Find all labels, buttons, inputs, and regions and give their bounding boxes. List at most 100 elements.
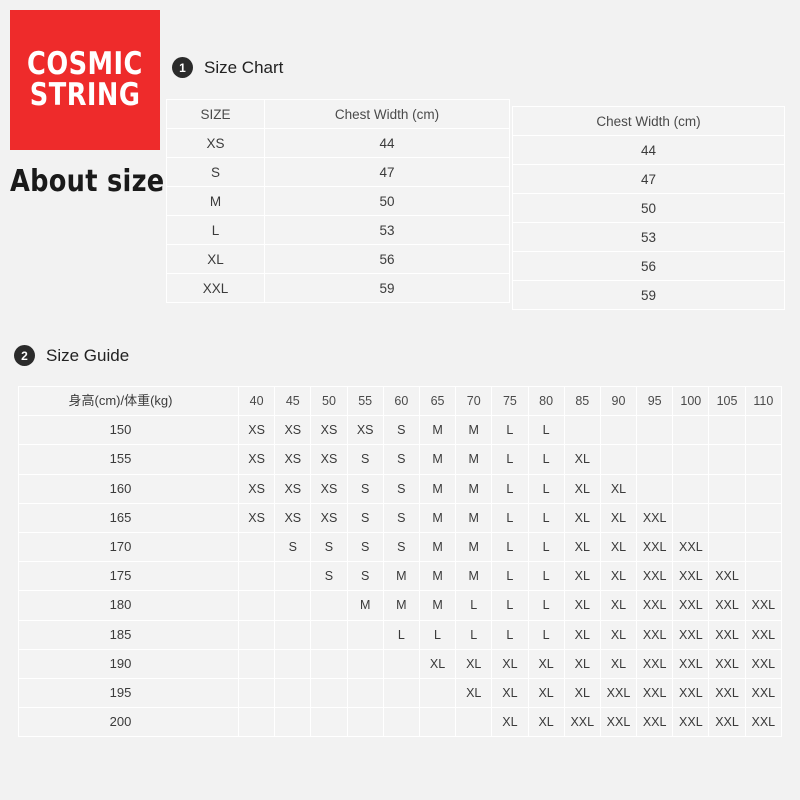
cell-recommended-size: L — [527, 619, 565, 650]
table-row: XL 56 — [166, 244, 510, 274]
cell-recommended-size: XXL — [744, 648, 783, 680]
cell-recommended-size: M — [418, 590, 457, 621]
cell-recommended-size: XXL — [636, 502, 674, 534]
table-row: M 50 — [166, 186, 510, 216]
cell-recommended-size: M — [455, 532, 493, 563]
cell-recommended-size: XS — [237, 473, 276, 504]
table-row: 44 — [512, 135, 785, 165]
cell-recommended-size: XS — [274, 444, 312, 475]
cell-recommended-size: L — [382, 619, 420, 650]
cell-recommended-size — [599, 444, 638, 475]
cell-recommended-size: XXL — [672, 678, 710, 709]
cell-recommended-size: XL — [599, 648, 638, 680]
table-row: 155 XS XS XS S S M M L L XL — [18, 444, 783, 475]
cell-recommended-size: XL — [563, 532, 601, 563]
cell-recommended-size — [455, 707, 493, 738]
cell-recommended-size: L — [455, 590, 493, 621]
cell-recommended-size: XS — [274, 415, 312, 446]
cell-chest-width: 53 — [264, 215, 510, 245]
cell-recommended-size: XS — [237, 502, 276, 534]
cell-recommended-size — [346, 648, 384, 680]
column-header-weight: 70 — [455, 385, 493, 417]
cell-recommended-size — [636, 415, 674, 446]
table-row: 59 — [512, 280, 785, 310]
cell-recommended-size: L — [491, 590, 529, 621]
cell-recommended-size: XL — [491, 648, 529, 680]
cell-recommended-size: XL — [599, 590, 638, 621]
cell-recommended-size — [672, 415, 710, 446]
cell-recommended-size: L — [491, 502, 529, 534]
cell-recommended-size: XL — [599, 532, 638, 563]
step-number-badge-2: 2 — [14, 345, 35, 366]
cell-recommended-size — [237, 619, 276, 650]
column-header-weight: 55 — [346, 385, 384, 417]
cell-recommended-size: XL — [491, 707, 529, 738]
cell-recommended-size — [744, 561, 783, 592]
cell-recommended-size — [346, 707, 384, 738]
cell-recommended-size — [708, 415, 746, 446]
cell-recommended-size: M — [418, 502, 457, 534]
cell-recommended-size: XXL — [744, 678, 783, 709]
cell-recommended-size: XL — [599, 619, 638, 650]
table-row: 165 XS XS XS S S M M L L XL XL XXL — [18, 502, 783, 534]
column-header-weight: 90 — [599, 385, 638, 417]
cell-recommended-size — [237, 678, 276, 709]
table-row: 195 XL XL XL XL XXL XXL XXL XXL XXL — [18, 678, 783, 709]
cell-recommended-size: L — [418, 619, 457, 650]
cell-recommended-size — [274, 561, 312, 592]
cell-recommended-size — [237, 532, 276, 563]
cell-recommended-size: M — [455, 473, 493, 504]
cell-recommended-size: L — [491, 532, 529, 563]
cell-recommended-size: XL — [563, 619, 601, 650]
cell-size: XS — [166, 128, 265, 158]
column-header-weight: 50 — [310, 385, 348, 417]
cell-recommended-size — [382, 648, 420, 680]
cell-chest-width: 59 — [264, 273, 510, 303]
cell-recommended-size — [636, 473, 674, 504]
cell-recommended-size: XXL — [636, 648, 674, 680]
cell-recommended-size: XXL — [672, 619, 710, 650]
cell-recommended-size: XL — [527, 648, 565, 680]
cell-recommended-size: S — [382, 473, 420, 504]
cell-recommended-size — [274, 648, 312, 680]
row-header-height: 170 — [18, 532, 239, 563]
cell-recommended-size: L — [527, 415, 565, 446]
cell-recommended-size: XL — [527, 678, 565, 709]
cell-recommended-size: S — [310, 561, 348, 592]
cell-recommended-size — [563, 415, 601, 446]
cell-recommended-size: M — [418, 532, 457, 563]
brand-block: COSMIC STRING About size — [10, 10, 164, 199]
cell-recommended-size: XL — [563, 561, 601, 592]
table-row: 190 XL XL XL XL XL XL XXL XXL XXL XXL — [18, 648, 783, 680]
cell-recommended-size: XL — [599, 473, 638, 504]
column-header-weight: 60 — [382, 385, 420, 417]
cell-recommended-size: S — [346, 473, 384, 504]
cell-recommended-size: XXL — [636, 532, 674, 563]
section-title-size-guide: Size Guide — [46, 345, 130, 365]
cell-recommended-size: XS — [274, 502, 312, 534]
cell-recommended-size — [599, 415, 638, 446]
cell-recommended-size: L — [527, 473, 565, 504]
cell-recommended-size: S — [346, 502, 384, 534]
cell-recommended-size: M — [418, 444, 457, 475]
row-header-height: 190 — [18, 648, 239, 680]
column-header-chest-width: Chest Width (cm) — [512, 106, 785, 136]
cell-recommended-size: M — [382, 561, 420, 592]
cell-recommended-size — [744, 502, 783, 534]
cell-chest-width: 47 — [264, 157, 510, 187]
cell-recommended-size: XXL — [672, 532, 710, 563]
row-header-height: 175 — [18, 561, 239, 592]
logo-line-1: COSMIC — [27, 46, 143, 82]
cell-recommended-size: S — [346, 532, 384, 563]
cell-recommended-size: XL — [418, 648, 457, 680]
cell-recommended-size: M — [455, 415, 493, 446]
cell-recommended-size: XXL — [563, 707, 601, 738]
cell-recommended-size: XL — [599, 502, 638, 534]
section-title-size-chart: Size Chart — [204, 57, 284, 77]
cell-recommended-size — [708, 532, 746, 563]
cell-recommended-size: XS — [310, 502, 348, 534]
cell-recommended-size: XXL — [636, 561, 674, 592]
cell-chest-width: 44 — [264, 128, 510, 158]
cell-recommended-size: L — [455, 619, 493, 650]
cell-chest-width: 47 — [512, 164, 785, 194]
